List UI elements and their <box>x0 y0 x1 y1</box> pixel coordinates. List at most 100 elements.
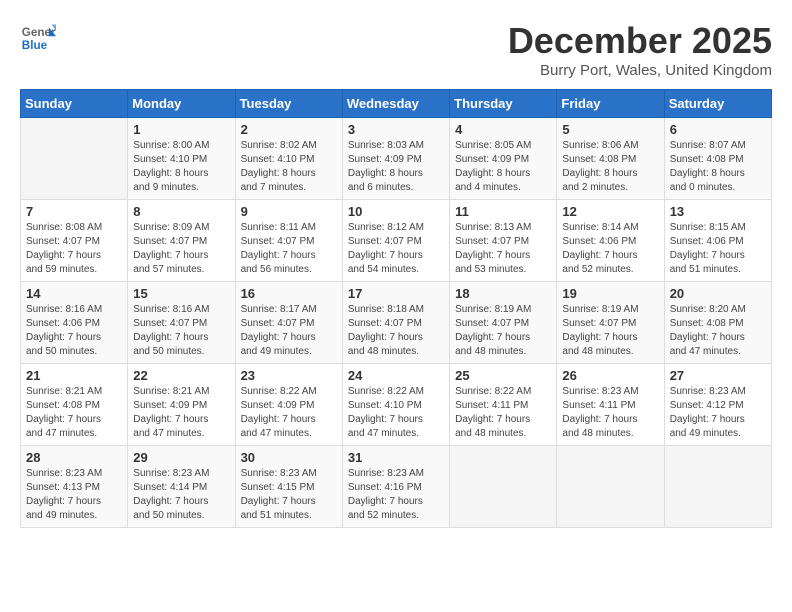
day-info: Sunrise: 8:05 AMSunset: 4:09 PMDaylight:… <box>455 139 551 195</box>
calendar-cell: 18 Sunrise: 8:19 AMSunset: 4:07 PMDayligh… <box>450 282 557 364</box>
day-number: 12 <box>562 204 658 219</box>
day-info: Sunrise: 8:17 AMSunset: 4:07 PMDaylight:… <box>241 303 337 359</box>
day-header-sunday: Sunday <box>21 90 128 118</box>
day-number: 26 <box>562 368 658 383</box>
day-info: Sunrise: 8:09 AMSunset: 4:07 PMDaylight:… <box>133 221 229 277</box>
calendar-cell <box>664 446 771 528</box>
day-number: 11 <box>455 204 551 219</box>
calendar-cell: 11 Sunrise: 8:13 AMSunset: 4:07 PMDayligh… <box>450 200 557 282</box>
header: General Blue December 2025 Burry Port, W… <box>20 20 772 79</box>
calendar-cell: 22Sunrise: 8:21 AMSunset: 4:09 PMDayligh… <box>128 364 235 446</box>
location: Burry Port, Wales, United Kingdom <box>508 62 772 79</box>
calendar-cell: 6 Sunrise: 8:07 AMSunset: 4:08 PMDaylight… <box>664 118 771 200</box>
day-header-tuesday: Tuesday <box>235 90 342 118</box>
day-info: Sunrise: 8:23 AMSunset: 4:11 PMDaylight:… <box>562 385 658 441</box>
calendar-cell: 16 Sunrise: 8:17 AMSunset: 4:07 PMDayligh… <box>235 282 342 364</box>
day-header-monday: Monday <box>128 90 235 118</box>
day-info: Sunrise: 8:22 AMSunset: 4:10 PMDaylight:… <box>348 385 444 441</box>
day-number: 10 <box>348 204 444 219</box>
day-number: 18 <box>455 286 551 301</box>
calendar-header-row: SundayMondayTuesdayWednesdayThursdayFrid… <box>21 90 772 118</box>
day-header-saturday: Saturday <box>664 90 771 118</box>
calendar-cell: 4 Sunrise: 8:05 AMSunset: 4:09 PMDaylight… <box>450 118 557 200</box>
day-number: 4 <box>455 122 551 137</box>
calendar-cell: 29 Sunrise: 8:23 AMSunset: 4:14 PMDayligh… <box>128 446 235 528</box>
day-number: 19 <box>562 286 658 301</box>
day-info: Sunrise: 8:16 AMSunset: 4:06 PMDaylight:… <box>26 303 122 359</box>
day-info: Sunrise: 8:15 AMSunset: 4:06 PMDaylight:… <box>670 221 766 277</box>
calendar-week-1: 1Sunrise: 8:00 AMSunset: 4:10 PMDaylight… <box>21 118 772 200</box>
day-number: 7 <box>26 204 122 219</box>
day-number: 8 <box>133 204 229 219</box>
calendar-cell: 28 Sunrise: 8:23 AMSunset: 4:13 PMDayligh… <box>21 446 128 528</box>
calendar-cell: 25 Sunrise: 8:22 AMSunset: 4:11 PMDayligh… <box>450 364 557 446</box>
day-info: Sunrise: 8:07 AMSunset: 4:08 PMDaylight:… <box>670 139 766 195</box>
logo: General Blue <box>20 20 60 56</box>
day-info: Sunrise: 8:19 AMSunset: 4:07 PMDaylight:… <box>455 303 551 359</box>
calendar-cell <box>557 446 664 528</box>
day-number: 25 <box>455 368 551 383</box>
day-number: 6 <box>670 122 766 137</box>
calendar-cell: 2 Sunrise: 8:02 AMSunset: 4:10 PMDaylight… <box>235 118 342 200</box>
calendar-cell: 24Sunrise: 8:22 AMSunset: 4:10 PMDayligh… <box>342 364 449 446</box>
day-info: Sunrise: 8:23 AMSunset: 4:14 PMDaylight:… <box>133 467 229 523</box>
day-number: 21 <box>26 368 122 383</box>
day-info: Sunrise: 8:21 AMSunset: 4:08 PMDaylight:… <box>26 385 122 441</box>
day-info: Sunrise: 8:20 AMSunset: 4:08 PMDaylight:… <box>670 303 766 359</box>
calendar-week-4: 21 Sunrise: 8:21 AMSunset: 4:08 PMDayligh… <box>21 364 772 446</box>
svg-text:Blue: Blue <box>22 39 48 52</box>
day-info: Sunrise: 8:03 AMSunset: 4:09 PMDaylight:… <box>348 139 444 195</box>
day-number: 20 <box>670 286 766 301</box>
day-info: Sunrise: 8:02 AMSunset: 4:10 PMDaylight:… <box>241 139 337 195</box>
calendar-week-3: 14 Sunrise: 8:16 AMSunset: 4:06 PMDayligh… <box>21 282 772 364</box>
day-info: Sunrise: 8:23 AMSunset: 4:15 PMDaylight:… <box>241 467 337 523</box>
day-info: Sunrise: 8:23 AMSunset: 4:16 PMDaylight:… <box>348 467 444 523</box>
title-area: December 2025 Burry Port, Wales, United … <box>508 20 772 79</box>
calendar-cell: 23Sunrise: 8:22 AMSunset: 4:09 PMDayligh… <box>235 364 342 446</box>
day-number: 3 <box>348 122 444 137</box>
calendar-cell <box>21 118 128 200</box>
calendar-cell: 12Sunrise: 8:14 AMSunset: 4:06 PMDayligh… <box>557 200 664 282</box>
day-number: 13 <box>670 204 766 219</box>
day-info: Sunrise: 8:11 AMSunset: 4:07 PMDaylight:… <box>241 221 337 277</box>
day-info: Sunrise: 8:21 AMSunset: 4:09 PMDaylight:… <box>133 385 229 441</box>
day-number: 17 <box>348 286 444 301</box>
calendar-cell: 21 Sunrise: 8:21 AMSunset: 4:08 PMDayligh… <box>21 364 128 446</box>
day-info: Sunrise: 8:08 AMSunset: 4:07 PMDaylight:… <box>26 221 122 277</box>
day-number: 27 <box>670 368 766 383</box>
day-number: 2 <box>241 122 337 137</box>
calendar-cell: 15Sunrise: 8:16 AMSunset: 4:07 PMDayligh… <box>128 282 235 364</box>
calendar-cell: 1Sunrise: 8:00 AMSunset: 4:10 PMDaylight… <box>128 118 235 200</box>
day-info: Sunrise: 8:13 AMSunset: 4:07 PMDaylight:… <box>455 221 551 277</box>
day-info: Sunrise: 8:06 AMSunset: 4:08 PMDaylight:… <box>562 139 658 195</box>
day-header-friday: Friday <box>557 90 664 118</box>
calendar-cell: 5Sunrise: 8:06 AMSunset: 4:08 PMDaylight… <box>557 118 664 200</box>
day-info: Sunrise: 8:18 AMSunset: 4:07 PMDaylight:… <box>348 303 444 359</box>
logo-icon: General Blue <box>20 20 56 56</box>
day-number: 30 <box>241 450 337 465</box>
day-header-wednesday: Wednesday <box>342 90 449 118</box>
calendar-body: 1Sunrise: 8:00 AMSunset: 4:10 PMDaylight… <box>21 118 772 528</box>
day-number: 9 <box>241 204 337 219</box>
day-info: Sunrise: 8:19 AMSunset: 4:07 PMDaylight:… <box>562 303 658 359</box>
day-info: Sunrise: 8:22 AMSunset: 4:09 PMDaylight:… <box>241 385 337 441</box>
calendar-week-2: 7 Sunrise: 8:08 AMSunset: 4:07 PMDaylight… <box>21 200 772 282</box>
calendar-cell: 27Sunrise: 8:23 AMSunset: 4:12 PMDayligh… <box>664 364 771 446</box>
day-number: 16 <box>241 286 337 301</box>
day-info: Sunrise: 8:23 AMSunset: 4:13 PMDaylight:… <box>26 467 122 523</box>
calendar-cell: 7 Sunrise: 8:08 AMSunset: 4:07 PMDaylight… <box>21 200 128 282</box>
day-number: 29 <box>133 450 229 465</box>
day-header-thursday: Thursday <box>450 90 557 118</box>
calendar-cell: 8 Sunrise: 8:09 AMSunset: 4:07 PMDaylight… <box>128 200 235 282</box>
month-title: December 2025 <box>508 20 772 62</box>
calendar-cell: 9 Sunrise: 8:11 AMSunset: 4:07 PMDaylight… <box>235 200 342 282</box>
day-number: 28 <box>26 450 122 465</box>
calendar-cell: 31 Sunrise: 8:23 AMSunset: 4:16 PMDayligh… <box>342 446 449 528</box>
day-info: Sunrise: 8:22 AMSunset: 4:11 PMDaylight:… <box>455 385 551 441</box>
calendar-cell: 26 Sunrise: 8:23 AMSunset: 4:11 PMDayligh… <box>557 364 664 446</box>
day-number: 1 <box>133 122 229 137</box>
calendar-cell: 14 Sunrise: 8:16 AMSunset: 4:06 PMDayligh… <box>21 282 128 364</box>
day-number: 14 <box>26 286 122 301</box>
calendar-cell: 19 Sunrise: 8:19 AMSunset: 4:07 PMDayligh… <box>557 282 664 364</box>
day-number: 31 <box>348 450 444 465</box>
